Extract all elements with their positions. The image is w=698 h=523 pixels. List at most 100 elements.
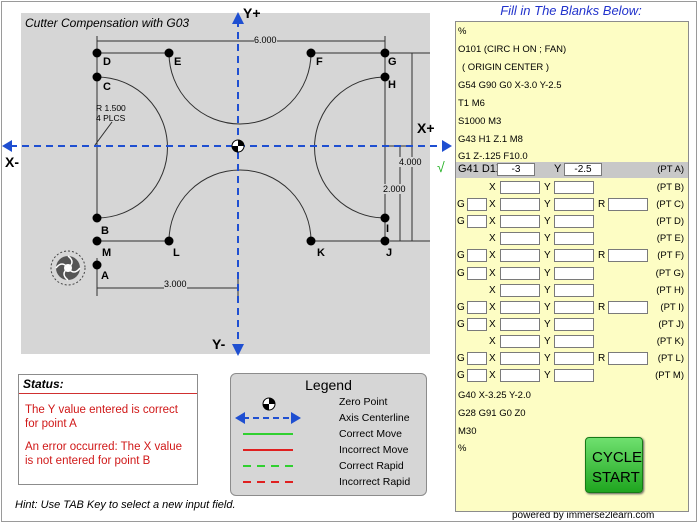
g-input[interactable]: [467, 318, 487, 331]
legend-correct-move: Correct Move: [339, 428, 403, 440]
y-input-pt-a[interactable]: [564, 163, 602, 176]
g-input[interactable]: [467, 198, 487, 211]
point-tag: (PT L): [657, 353, 684, 364]
y-label: Y: [544, 285, 551, 296]
point-label-g: G: [388, 56, 397, 68]
row-pt-a: G41 D1X Y (PT A): [456, 162, 688, 178]
g-label: G: [457, 216, 465, 227]
x-input[interactable]: [500, 198, 540, 211]
r-input[interactable]: [608, 198, 648, 211]
row-pt-d: G X Y (PT D): [456, 214, 688, 229]
y-input[interactable]: [554, 318, 594, 331]
legend-incorrect-move: Incorrect Move: [339, 444, 409, 456]
point-label-m: M: [102, 247, 112, 259]
r-input[interactable]: [608, 352, 648, 365]
x-input[interactable]: [500, 318, 540, 331]
y-input[interactable]: [554, 215, 594, 228]
g-label: G: [457, 250, 465, 261]
x-input[interactable]: [500, 267, 540, 280]
y-input[interactable]: [554, 369, 594, 382]
status-title: Status:: [19, 375, 197, 394]
x-input[interactable]: [500, 369, 540, 382]
g-input[interactable]: [467, 352, 487, 365]
row-pt-h: X Y (PT H): [456, 283, 688, 298]
point-tag: (PT D): [656, 216, 684, 227]
legend-correct-rapid: Correct Rapid: [339, 460, 404, 472]
legend-zero-point: Zero Point: [339, 396, 388, 408]
status-message-1: The Y value entered is correct for point…: [25, 404, 178, 430]
x-input[interactable]: [500, 215, 540, 228]
y-input[interactable]: [554, 249, 594, 262]
x-label: X: [489, 319, 496, 330]
hint-text: Hint: Use TAB Key to select a new input …: [15, 499, 236, 511]
y-label: Y: [544, 233, 551, 244]
y-input[interactable]: [554, 301, 594, 314]
x-input[interactable]: [500, 335, 540, 348]
y-input[interactable]: [554, 352, 594, 365]
x-label: X: [489, 199, 496, 210]
x-input[interactable]: [500, 232, 540, 245]
x-input-pt-a[interactable]: [497, 163, 535, 176]
cycle-start-line2: START: [592, 468, 640, 486]
point-tag: (PT C): [656, 199, 684, 210]
zero-point-marker: [231, 139, 245, 153]
y-label: Y: [554, 163, 562, 175]
cycle-start-button[interactable]: CYCLE START: [585, 437, 643, 493]
point-tag: (PT H): [656, 285, 684, 296]
point-label-c: C: [103, 81, 111, 93]
g-input[interactable]: [467, 301, 487, 314]
program-heading: Fill in The Blanks Below:: [500, 3, 642, 18]
x-label: X: [489, 370, 496, 381]
row-pt-i: G X Y R (PT I): [456, 300, 688, 315]
y-minus-label: Y-: [212, 336, 226, 352]
x-label: X: [489, 216, 496, 227]
row-pt-m: G X Y (PT M): [456, 368, 688, 383]
x-plus-label: X+: [417, 120, 435, 136]
y-input[interactable]: [554, 284, 594, 297]
drawing-title: Cutter Compensation with G03: [25, 16, 190, 30]
row-pt-f: G X Y R (PT F): [456, 248, 688, 263]
g-input[interactable]: [467, 267, 487, 280]
y-input[interactable]: [554, 267, 594, 280]
point-tag: (PT I): [660, 302, 684, 313]
y-label: Y: [544, 250, 551, 261]
y-input[interactable]: [554, 198, 594, 211]
r-input[interactable]: [608, 249, 648, 262]
x-input[interactable]: [500, 284, 540, 297]
row-pt-g: G X Y (PT G): [456, 266, 688, 281]
check-mark-icon: √: [437, 159, 445, 175]
x-input[interactable]: [500, 301, 540, 314]
x-input[interactable]: [500, 181, 540, 194]
y-input[interactable]: [554, 232, 594, 245]
g-label: G: [457, 319, 465, 330]
dim-right-inner: 2.000: [383, 184, 406, 194]
row-pt-l: G X Y R (PT L): [456, 351, 688, 366]
y-label: Y: [544, 353, 551, 364]
r-label: R: [598, 302, 606, 313]
point-label-b: B: [101, 225, 109, 237]
x-label: X: [489, 336, 496, 347]
x-input[interactable]: [500, 249, 540, 262]
point-label-d: D: [103, 56, 111, 68]
x-label: X: [489, 285, 496, 296]
y-input[interactable]: [554, 181, 594, 194]
g-input[interactable]: [467, 215, 487, 228]
point-label-k: K: [317, 247, 325, 259]
point-label-j: J: [386, 247, 393, 259]
g-label: G: [457, 199, 465, 210]
g-input[interactable]: [467, 369, 487, 382]
row-pt-k: X Y (PT K): [456, 334, 688, 349]
x-minus-label: X-: [5, 154, 19, 170]
x-label: X: [489, 233, 496, 244]
x-input[interactable]: [500, 352, 540, 365]
g-input[interactable]: [467, 249, 487, 262]
y-label: Y: [544, 319, 551, 330]
x-label: X: [489, 250, 496, 261]
y-input[interactable]: [554, 335, 594, 348]
point-label-l: L: [173, 247, 180, 259]
point-tag: (PT G): [655, 268, 684, 279]
legend-axis-centerline: Axis Centerline: [339, 412, 410, 424]
r-input[interactable]: [608, 301, 648, 314]
dim-top-width: 6.000: [254, 35, 277, 45]
status-message-2: An error occurred: The X value is not en…: [25, 441, 183, 467]
